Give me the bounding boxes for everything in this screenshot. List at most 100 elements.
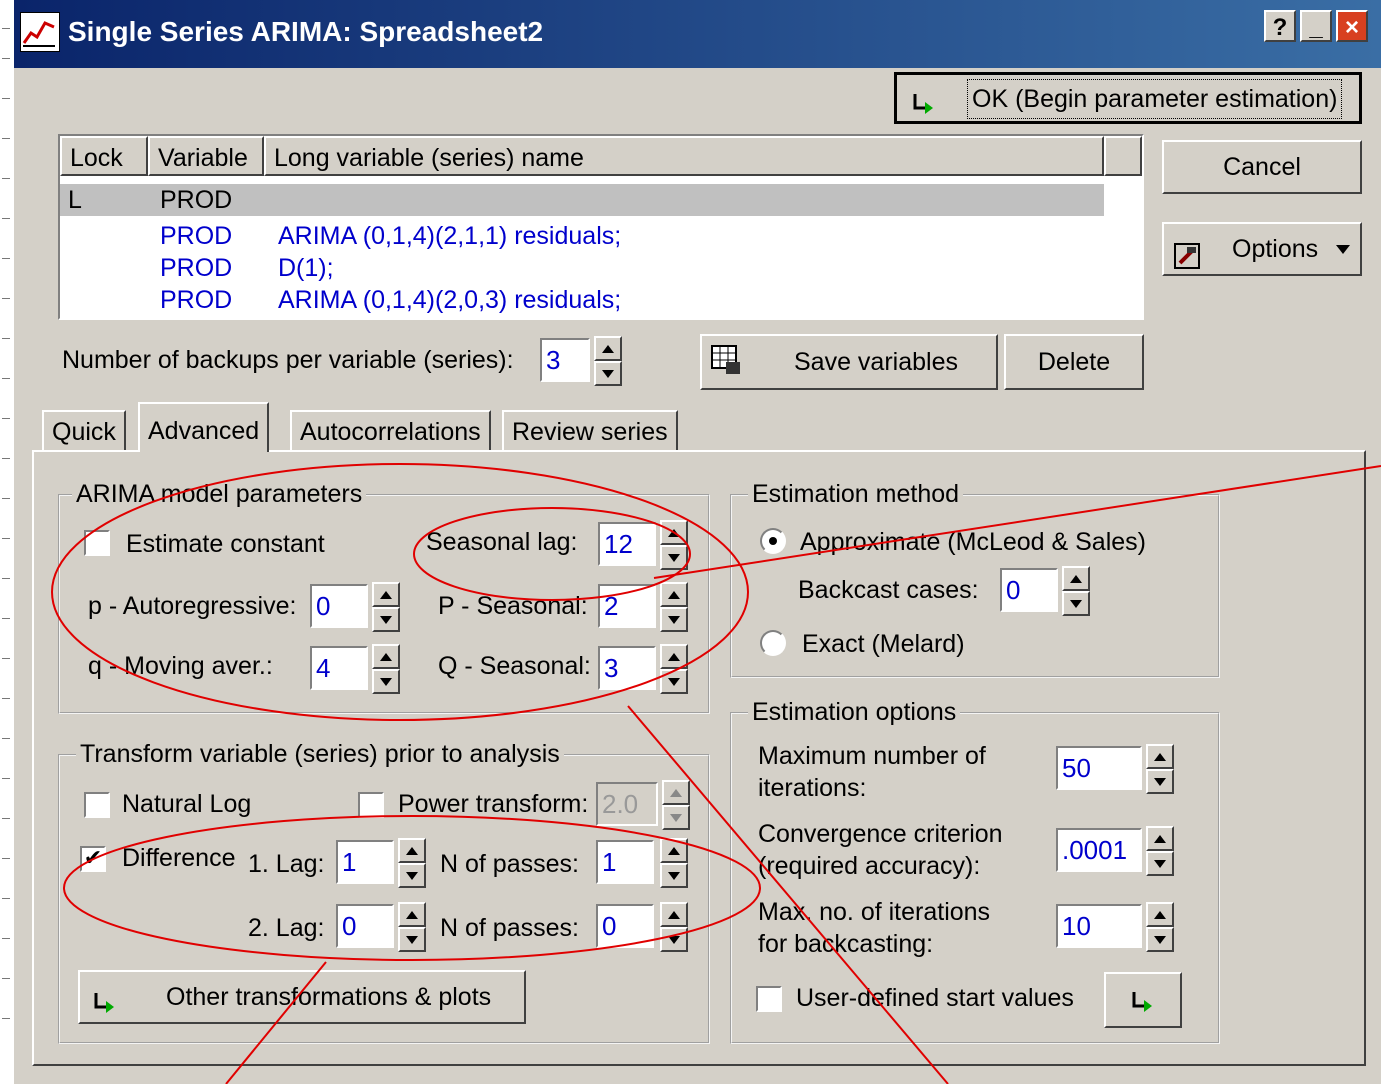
backcast-iterations-input[interactable]: 10 xyxy=(1056,904,1142,948)
p-spinner[interactable] xyxy=(372,582,400,632)
backcast-iterations-spinner[interactable] xyxy=(1146,902,1174,952)
seasonal-lag-input[interactable]: 12 xyxy=(598,522,656,566)
row-variable: PROD xyxy=(160,254,233,282)
lag1-input[interactable]: 1 xyxy=(336,840,394,884)
delete-button[interactable]: Delete xyxy=(1004,334,1144,390)
difference-label: Difference xyxy=(122,844,236,872)
run-icon xyxy=(92,982,118,1013)
backups-input[interactable]: 3 xyxy=(540,338,590,382)
row-name: ARIMA (0,1,4)(2,0,3) residuals; xyxy=(278,286,622,314)
table-row[interactable]: L PROD xyxy=(60,184,1104,216)
natural-log-checkbox[interactable] xyxy=(84,792,110,818)
passes2-input[interactable]: 0 xyxy=(596,904,654,948)
backcast-cases-label: Backcast cases: xyxy=(798,576,979,604)
list-header-variable[interactable]: Variable xyxy=(148,136,264,176)
exact-radio[interactable] xyxy=(760,630,786,656)
table-row[interactable]: PROD ARIMA (0,1,4)(2,1,1) residuals; xyxy=(60,220,1104,252)
power-transform-checkbox[interactable] xyxy=(358,792,384,818)
minimize-button[interactable]: _ xyxy=(1300,10,1332,42)
row-variable: PROD xyxy=(160,222,233,250)
estimation-options-title: Estimation options xyxy=(748,698,961,727)
convergence-spinner[interactable] xyxy=(1146,826,1174,876)
approximate-radio[interactable] xyxy=(760,528,786,554)
spreadsheet-save-icon xyxy=(710,342,742,374)
max-iterations-input[interactable]: 50 xyxy=(1056,746,1142,790)
ok-button-label: OK (Begin parameter estimation) xyxy=(967,79,1343,119)
seasonal-lag-label: Seasonal lag: xyxy=(426,528,578,556)
approximate-label: Approximate (McLeod & Sales) xyxy=(800,528,1146,556)
q-spinner[interactable] xyxy=(372,644,400,694)
ok-button[interactable]: OK (Begin parameter estimation) xyxy=(894,72,1362,124)
window-title: Single Series ARIMA: Spreadsheet2 xyxy=(68,16,544,47)
difference-checkbox[interactable]: ✔ xyxy=(80,846,106,872)
estimate-constant-checkbox[interactable] xyxy=(84,530,110,556)
cancel-button[interactable]: Cancel xyxy=(1162,140,1362,194)
q-label: q - Moving aver.: xyxy=(88,652,273,680)
passes1-input[interactable]: 1 xyxy=(596,840,654,884)
options-button[interactable]: Options xyxy=(1162,222,1362,276)
tab-advanced[interactable]: Advanced xyxy=(138,402,270,452)
background-sheet-edge xyxy=(0,0,15,1084)
lag1-spinner[interactable] xyxy=(398,838,426,888)
table-row[interactable]: PROD ARIMA (0,1,4)(2,0,3) residuals; xyxy=(60,284,1104,316)
row-lock: L xyxy=(68,186,82,214)
hammer-icon xyxy=(1174,236,1200,269)
user-start-values-checkbox[interactable] xyxy=(756,986,782,1012)
seasonal-lag-spinner[interactable] xyxy=(660,520,688,570)
max-iterations-label: Maximum number of iterations: xyxy=(758,742,986,802)
chart-app-icon xyxy=(20,12,60,52)
natural-log-label: Natural Log xyxy=(122,790,252,818)
q-input[interactable]: 4 xyxy=(310,646,368,690)
p-label: p - Autoregressive: xyxy=(88,592,297,620)
list-header-long-name[interactable]: Long variable (series) name xyxy=(264,136,1104,176)
lag2-input[interactable]: 0 xyxy=(336,904,394,948)
estimation-method-title: Estimation method xyxy=(748,480,964,509)
other-transformations-label: Other transformations & plots xyxy=(166,983,492,1011)
P-seasonal-label: P - Seasonal: xyxy=(438,592,588,620)
Q-seasonal-label: Q - Seasonal: xyxy=(438,652,591,680)
backcast-cases-input[interactable]: 0 xyxy=(1000,568,1058,612)
Q-seasonal-spinner[interactable] xyxy=(660,644,688,694)
backcast-cases-spinner[interactable] xyxy=(1062,566,1090,616)
passes1-label: N of passes: xyxy=(440,850,579,878)
power-transform-spinner[interactable] xyxy=(662,780,690,830)
tab-autocorrelations[interactable]: Autocorrelations xyxy=(290,410,491,450)
chevron-down-icon xyxy=(1336,245,1350,254)
row-name: ARIMA (0,1,4)(2,1,1) residuals; xyxy=(278,222,622,250)
passes2-spinner[interactable] xyxy=(660,902,688,952)
list-header-lock[interactable]: Lock xyxy=(60,136,148,176)
convergence-label: Convergence criterion (required accuracy… xyxy=(758,820,1003,880)
run-icon xyxy=(1130,988,1156,1014)
transform-group-title: Transform variable (series) prior to ana… xyxy=(76,740,564,769)
options-label: Options xyxy=(1232,235,1319,263)
start-values-run-button[interactable] xyxy=(1104,972,1182,1028)
convergence-input[interactable]: .0001 xyxy=(1056,828,1142,872)
backups-label: Number of backups per variable (series): xyxy=(62,346,514,374)
P-seasonal-input[interactable]: 2 xyxy=(598,584,656,628)
p-input[interactable]: 0 xyxy=(310,584,368,628)
variable-list[interactable]: Lock Variable Long variable (series) nam… xyxy=(58,134,1144,320)
power-transform-input[interactable]: 2.0 xyxy=(596,782,658,826)
max-iterations-spinner[interactable] xyxy=(1146,744,1174,794)
help-button[interactable]: ? xyxy=(1264,10,1296,42)
estimate-constant-label: Estimate constant xyxy=(126,530,325,558)
Q-seasonal-input[interactable]: 3 xyxy=(598,646,656,690)
title-bar[interactable]: Single Series ARIMA: Spreadsheet2 ? _ × xyxy=(14,0,1381,68)
save-variables-label: Save variables xyxy=(794,348,958,376)
lag2-spinner[interactable] xyxy=(398,902,426,952)
user-start-values-label: User-defined start values xyxy=(796,984,1074,1012)
P-seasonal-spinner[interactable] xyxy=(660,582,688,632)
save-variables-button[interactable]: Save variables xyxy=(700,334,998,390)
tab-quick[interactable]: Quick xyxy=(42,410,126,450)
passes2-label: N of passes: xyxy=(440,914,579,942)
run-icon xyxy=(911,85,937,114)
exact-label: Exact (Melard) xyxy=(802,630,965,658)
tab-review-series[interactable]: Review series xyxy=(502,410,678,450)
close-button[interactable]: × xyxy=(1336,10,1368,42)
list-header-filler xyxy=(1104,136,1142,176)
backups-spinner[interactable] xyxy=(594,336,622,386)
passes1-spinner[interactable] xyxy=(660,838,688,888)
other-transformations-button[interactable]: Other transformations & plots xyxy=(78,970,526,1024)
arima-group-title: ARIMA model parameters xyxy=(72,480,367,509)
table-row[interactable]: PROD D(1); xyxy=(60,252,1104,284)
